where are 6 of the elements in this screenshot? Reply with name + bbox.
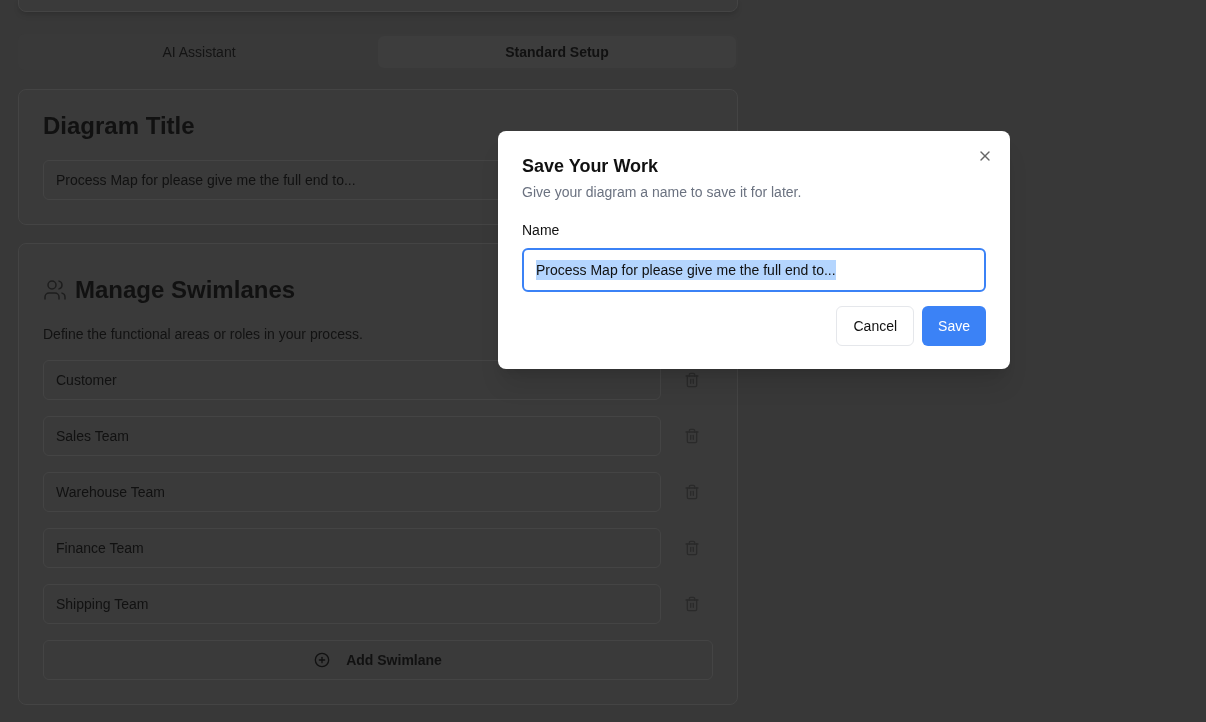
- save-button[interactable]: Save: [922, 305, 986, 346]
- name-input[interactable]: Process Map for please give me the full end to...: [522, 247, 986, 292]
- cancel-button[interactable]: Cancel: [836, 305, 915, 346]
- plus-icon: [314, 652, 331, 668]
- users-icon: [43, 278, 67, 302]
- field-label: Name: [522, 220, 561, 240]
